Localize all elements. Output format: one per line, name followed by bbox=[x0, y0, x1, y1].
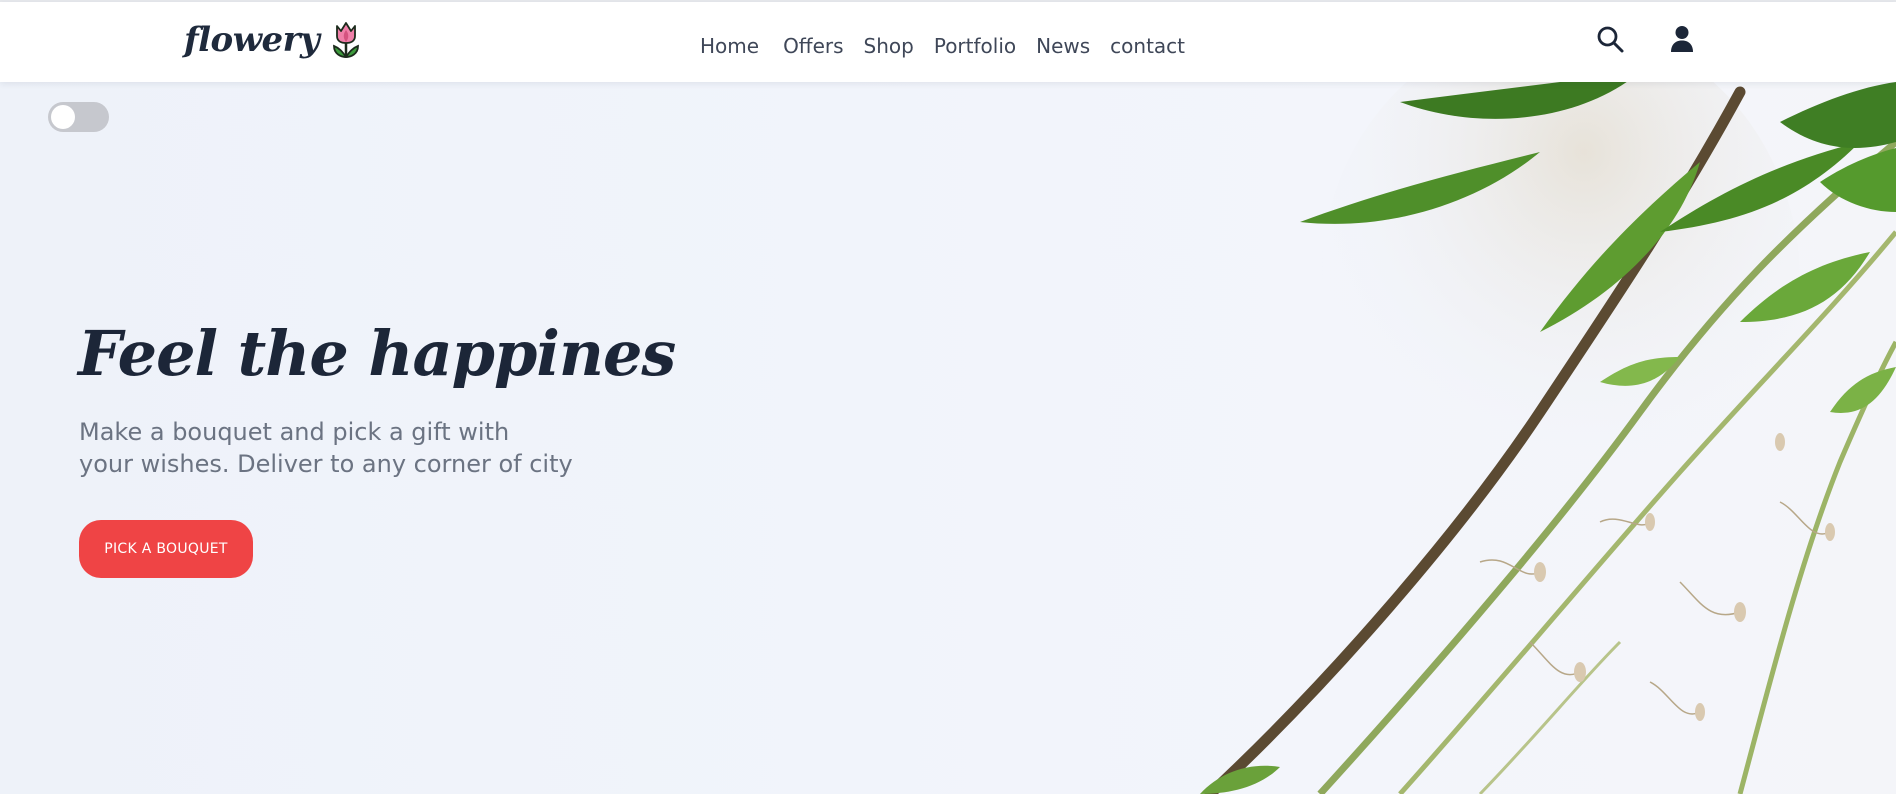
toggle-knob bbox=[51, 105, 75, 129]
search-icon[interactable] bbox=[1595, 24, 1625, 54]
nav-shop[interactable]: Shop bbox=[864, 34, 914, 58]
pick-bouquet-button[interactable]: PICK A BOUQUET bbox=[79, 520, 253, 578]
nav-home[interactable]: Home bbox=[700, 34, 759, 58]
logo[interactable]: flowery bbox=[184, 20, 363, 60]
nav-portfolio[interactable]: Portfolio bbox=[934, 34, 1016, 58]
hero-subtitle-line-2: your wishes. Deliver to any corner of ci… bbox=[79, 450, 573, 478]
hero-subtitle-line-1: Make a bouquet and pick a gift with bbox=[79, 418, 510, 446]
hero-section: Feel the happines Make a bouquet and pic… bbox=[0, 82, 1896, 794]
site-header: flowery Home Offers Shop Portfolio News … bbox=[0, 2, 1896, 82]
hero-subtitle: Make a bouquet and pick a gift with your… bbox=[79, 416, 579, 480]
tulip-icon bbox=[333, 22, 360, 58]
logo-text: flowery bbox=[184, 20, 320, 60]
main-nav: Home Offers Shop Portfolio News contact bbox=[700, 34, 1205, 58]
nav-offers[interactable]: Offers bbox=[783, 34, 843, 58]
plant-image bbox=[1200, 82, 1896, 794]
nav-news[interactable]: News bbox=[1036, 34, 1090, 58]
hero-title: Feel the happines bbox=[78, 317, 676, 390]
nav-contact[interactable]: contact bbox=[1110, 34, 1185, 58]
user-icon[interactable] bbox=[1667, 24, 1697, 54]
theme-toggle[interactable] bbox=[48, 102, 109, 132]
